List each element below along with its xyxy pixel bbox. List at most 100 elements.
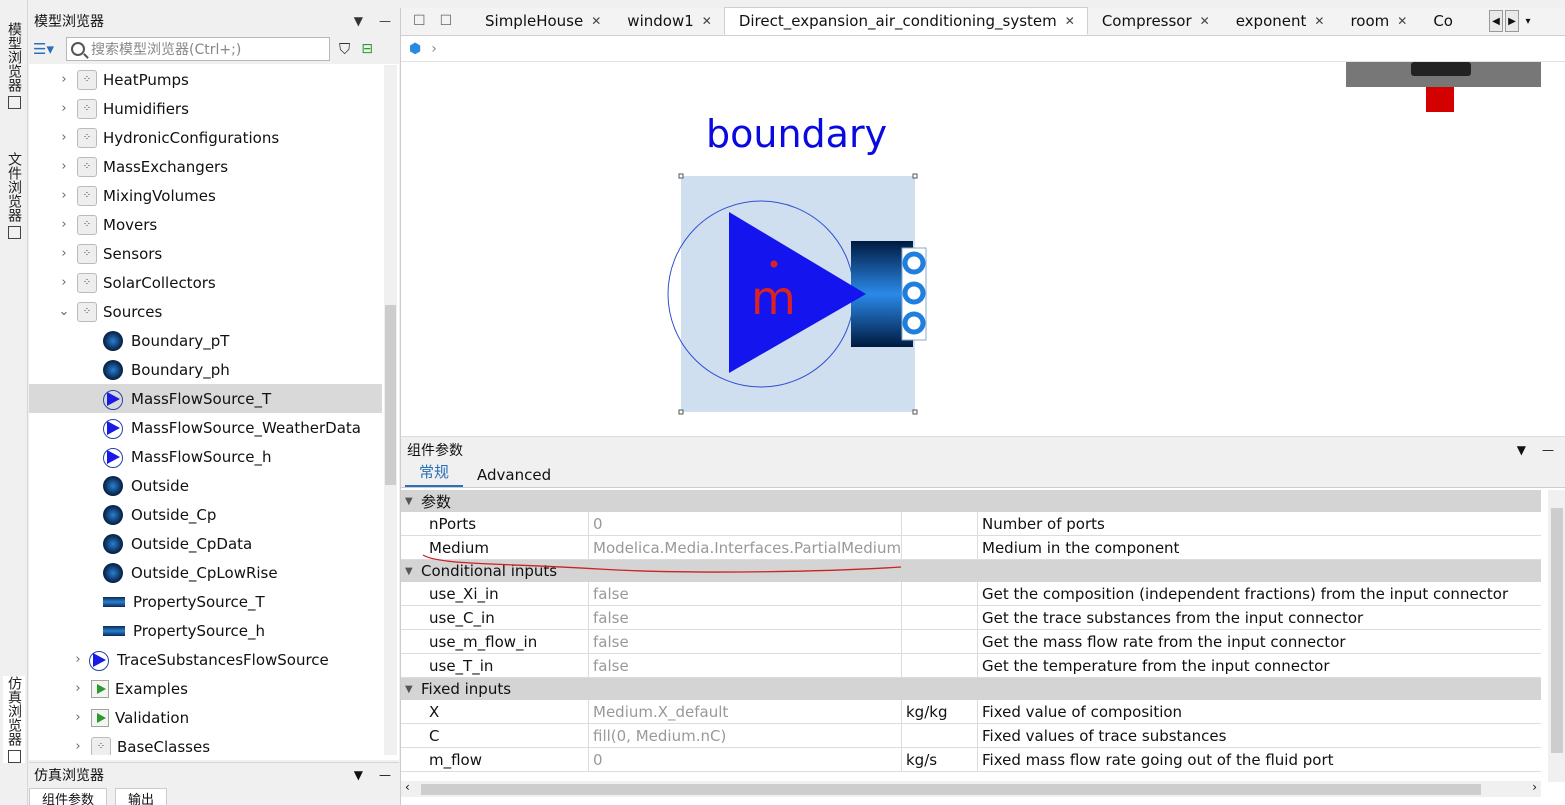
tree-item[interactable]: Outside [29, 471, 382, 500]
model-browser-dock-tab[interactable]: 模型浏览器 [3, 22, 25, 109]
param-value-field[interactable]: Modelica.Media.Interfaces.PartialMedium [589, 536, 902, 559]
tree-item[interactable]: › Validation [29, 703, 382, 732]
tree-item[interactable]: MassFlowSource_T [29, 384, 382, 413]
param-value-field[interactable]: false [589, 606, 902, 629]
chevron-down-icon[interactable]: ▼ [354, 768, 363, 782]
param-value-field[interactable]: false [589, 630, 902, 653]
tab-general[interactable]: 常规 [405, 461, 464, 487]
param-unit[interactable] [902, 654, 978, 677]
tree-item[interactable]: › Examples [29, 674, 382, 703]
editor-tab[interactable]: window1 ✕ [613, 7, 724, 35]
params-scrollbar[interactable] [1548, 490, 1565, 782]
param-unit[interactable]: kg/kg [902, 700, 978, 723]
tab-list-icon[interactable]: ▾ [1521, 10, 1535, 32]
tree-item[interactable]: › ⁘ MassExchangers [29, 152, 382, 181]
minimize-icon[interactable]: — [379, 14, 391, 28]
close-icon[interactable]: ✕ [1065, 14, 1075, 28]
chevron-down-icon[interactable]: ▼ [354, 14, 363, 28]
editor-tab[interactable]: exponent ✕ [1222, 7, 1337, 35]
chevron-right-icon[interactable]: › [57, 275, 71, 290]
resize-handle[interactable] [678, 173, 684, 179]
chevron-down-icon[interactable]: ⌄ [57, 304, 71, 319]
filter-icon[interactable]: ⛉ [339, 40, 350, 58]
fluid-port-1[interactable] [902, 251, 926, 275]
close-icon[interactable]: ✕ [1200, 14, 1210, 28]
fluid-port-3[interactable] [902, 311, 926, 335]
tab-scroll-left-icon[interactable]: ◀ [1489, 10, 1503, 32]
diagram-canvas[interactable]: boundary m [401, 62, 1565, 436]
tree-item[interactable]: › ⁘ Sensors [29, 239, 382, 268]
tree-item[interactable]: › TraceSubstancesFlowSource [29, 645, 382, 674]
editor-tab[interactable]: SimpleHouse ✕ [471, 7, 613, 35]
tree-item[interactable]: Outside_CpData [29, 529, 382, 558]
tree-item[interactable]: › ⁘ Humidifiers [29, 94, 382, 123]
tab-component-params[interactable]: 组件参数 [29, 788, 108, 805]
param-unit[interactable] [902, 536, 978, 559]
fluid-port-2[interactable] [902, 281, 926, 305]
editor-tab[interactable]: Compressor ✕ [1088, 7, 1222, 35]
tree-item[interactable]: › ⁘ HeatPumps [29, 65, 382, 94]
tree-item[interactable]: › ⁘ HydronicConfigurations [29, 123, 382, 152]
tree-item[interactable]: Boundary_pT [29, 326, 382, 355]
scrollbar-thumb[interactable] [421, 784, 1481, 795]
param-value-field[interactable]: Medium.X_default [589, 700, 902, 723]
tree-item[interactable]: PropertySource_h [29, 616, 382, 645]
close-icon[interactable]: ✕ [1314, 14, 1324, 28]
tree-item[interactable]: › ⁘ Movers [29, 210, 382, 239]
chevron-right-icon[interactable]: › [57, 130, 71, 145]
tree-item[interactable]: Boundary_ph [29, 355, 382, 384]
editor-tab[interactable]: room ✕ [1336, 7, 1419, 35]
sim-browser-dock-tab[interactable]: 仿真浏览器 [3, 676, 25, 763]
close-icon[interactable]: ✕ [1397, 14, 1407, 28]
chevron-right-icon[interactable]: › [71, 652, 85, 667]
tree-item[interactable]: › ⁘ SolarCollectors [29, 268, 382, 297]
param-unit[interactable] [902, 582, 978, 605]
close-icon[interactable]: ✕ [591, 14, 601, 28]
tree-item[interactable]: ⌄ ⁘ Sources [29, 297, 382, 326]
chevron-right-icon[interactable]: › [57, 101, 71, 116]
tree-item[interactable]: › ⁘ BaseClasses [29, 732, 382, 755]
port-red[interactable] [1426, 87, 1454, 112]
param-group-header[interactable]: ▼ Fixed inputs [401, 678, 1541, 700]
tree-item[interactable]: › ⁘ MixingVolumes [29, 181, 382, 210]
tree-item[interactable]: PropertySource_T [29, 587, 382, 616]
resize-handle[interactable] [912, 409, 918, 415]
param-value-field[interactable]: 0 [589, 748, 902, 771]
chevron-right-icon[interactable]: › [57, 217, 71, 232]
chevron-right-icon[interactable]: › [71, 739, 85, 754]
chevron-down-icon[interactable]: ▼ [1517, 443, 1526, 457]
chevron-right-icon[interactable]: › [57, 246, 71, 261]
editor-tab[interactable]: Co [1419, 7, 1465, 35]
tab-advanced[interactable]: Advanced [463, 466, 565, 487]
param-group-header[interactable]: ▼ 参数 [401, 490, 1541, 512]
collapse-all-icon[interactable]: ⊟ [361, 41, 373, 57]
window-icon[interactable]: ☐ [413, 13, 426, 29]
param-unit[interactable] [902, 630, 978, 653]
param-group-header[interactable]: ▼ Conditional inputs [401, 560, 1541, 582]
chevron-right-icon[interactable]: › [71, 710, 85, 725]
chevron-right-icon[interactable]: › [57, 72, 71, 87]
param-value-field[interactable]: 0 [589, 512, 902, 535]
tree-view-icon[interactable]: ☰▾ [33, 40, 61, 58]
param-value-field[interactable]: false [589, 654, 902, 677]
editor-tab[interactable]: Direct_expansion_air_conditioning_system… [723, 7, 1088, 35]
param-value-field[interactable]: false [589, 582, 902, 605]
model-tree-scrollbar[interactable] [384, 65, 397, 755]
chevron-down-icon[interactable]: ▼ [405, 566, 421, 577]
resize-handle[interactable] [678, 409, 684, 415]
scrollbar-thumb[interactable] [385, 305, 396, 485]
scrollbar-thumb[interactable] [1551, 508, 1563, 753]
chevron-right-icon[interactable]: › [57, 188, 71, 203]
param-unit[interactable]: kg/s [902, 748, 978, 771]
file-browser-dock-tab[interactable]: 文件浏览器 [3, 152, 25, 239]
chevron-right-icon[interactable]: › [57, 159, 71, 174]
chevron-down-icon[interactable]: ▼ [405, 684, 421, 695]
chevron-left-icon[interactable]: ‹ [405, 780, 410, 794]
tree-item[interactable]: Outside_CpLowRise [29, 558, 382, 587]
close-icon[interactable]: ✕ [702, 14, 712, 28]
minimize-icon[interactable]: — [379, 768, 391, 782]
tree-item[interactable]: MassFlowSource_h [29, 442, 382, 471]
chevron-right-icon[interactable]: › [71, 681, 85, 696]
tab-scroll-right-icon[interactable]: ▶ [1505, 10, 1519, 32]
minimize-icon[interactable]: — [1542, 443, 1554, 457]
